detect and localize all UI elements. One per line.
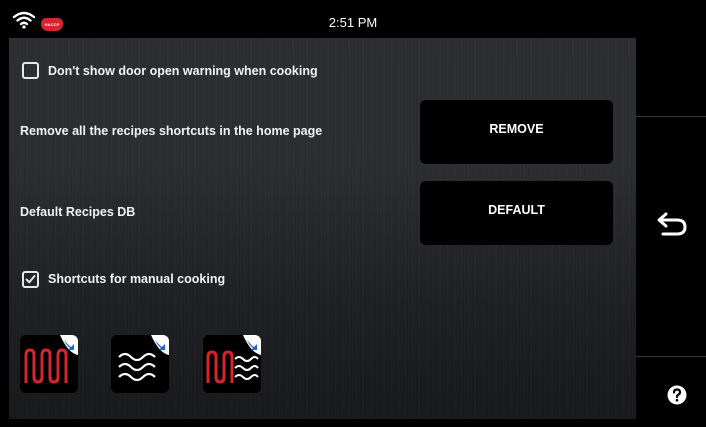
- clock: 2:51 PM: [328, 15, 378, 30]
- door-warning-label: Don't show door open warning when cookin…: [48, 64, 318, 78]
- steam-shortcut-icon[interactable]: [111, 335, 169, 393]
- manual-shortcuts-checkbox[interactable]: [22, 271, 39, 288]
- checkmark-icon: [25, 275, 36, 284]
- bottom-strip: [0, 419, 706, 427]
- help-icon: [667, 385, 687, 405]
- default-db-label: Default Recipes DB: [20, 205, 136, 219]
- back-arrow-icon: [657, 212, 687, 236]
- remove-button[interactable]: REMOVE: [420, 100, 613, 164]
- help-button[interactable]: [636, 357, 706, 427]
- default-button[interactable]: DEFAULT: [420, 181, 613, 245]
- combi-shortcut-icon[interactable]: [203, 335, 261, 393]
- convection-shortcut-icon[interactable]: [20, 335, 78, 393]
- back-button[interactable]: [636, 116, 706, 356]
- remove-shortcuts-label: Remove all the recipes shortcuts in the …: [20, 124, 323, 138]
- manual-shortcuts-label: Shortcuts for manual cooking: [48, 272, 226, 286]
- settings-panel: Don't show door open warning when cookin…: [9, 38, 636, 419]
- door-warning-checkbox[interactable]: [22, 62, 39, 79]
- side-bar: [636, 38, 706, 427]
- status-bar: HACCP 2:51 PM: [0, 0, 706, 38]
